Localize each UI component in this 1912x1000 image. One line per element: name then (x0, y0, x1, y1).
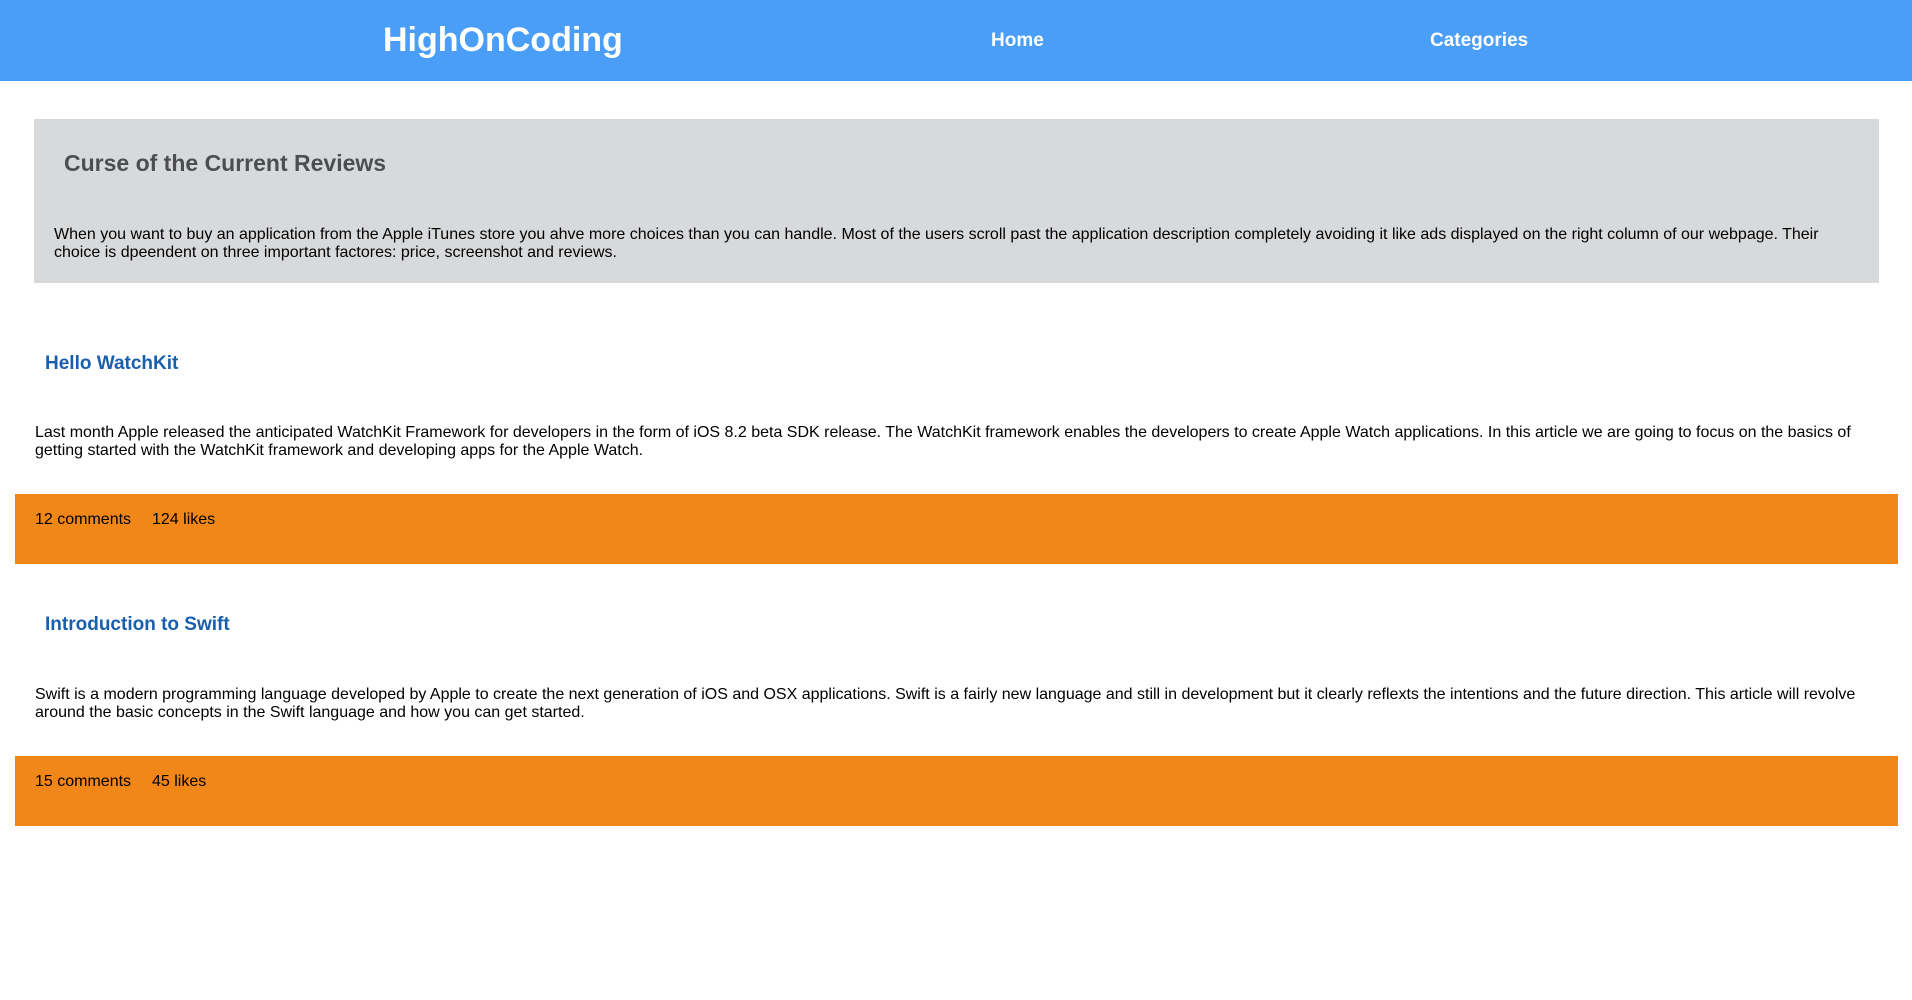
nav-link-categories[interactable]: Categories (1430, 29, 1528, 53)
post-title-introduction-to-swift[interactable]: Introduction to Swift (45, 613, 230, 637)
post-footer: 15 comments 45 likes (15, 756, 1898, 826)
comments-count[interactable]: 12 comments (35, 510, 131, 530)
likes-count[interactable]: 45 likes (152, 772, 206, 792)
post-text: Swift is a modern programming language d… (35, 686, 1856, 721)
brand-logo[interactable]: HighOnCoding (383, 20, 623, 60)
navbar: HighOnCoding Home Categories (0, 0, 1912, 81)
likes-count[interactable]: 124 likes (152, 510, 215, 530)
post-text: Last month Apple released the anticipate… (35, 424, 1851, 459)
hero-panel: Curse of the Current Reviews When you wa… (34, 119, 1879, 283)
post-title-hello-watchkit[interactable]: Hello WatchKit (45, 352, 178, 376)
hero-title: Curse of the Current Reviews (64, 150, 387, 176)
nav-link-home[interactable]: Home (991, 29, 1044, 53)
hero-text: When you want to buy an application from… (54, 226, 1819, 261)
comments-count[interactable]: 15 comments (35, 772, 131, 792)
post-footer: 12 comments 124 likes (15, 494, 1898, 564)
